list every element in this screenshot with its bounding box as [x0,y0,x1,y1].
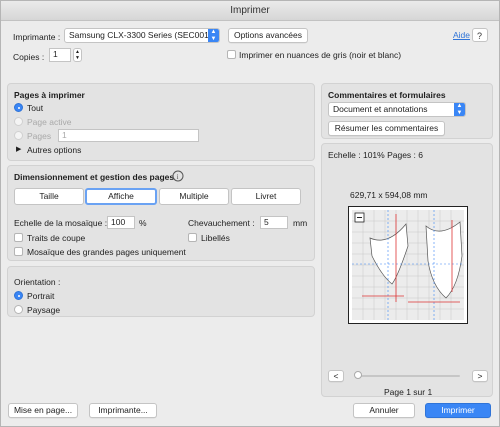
copies-input[interactable]: 1 [49,48,71,62]
overlap-input[interactable]: 5 [260,216,288,229]
preview-page-indicator: Page 1 sur 1 [384,387,433,397]
sizing-panel: Dimensionnement et gestion des pages i T… [7,165,315,261]
svg-text:?: ? [477,31,482,41]
segment-size[interactable]: Taille [14,188,84,205]
grayscale-checkbox[interactable] [227,50,236,59]
radio-current-page[interactable] [14,117,23,126]
printer-label: Imprimante : [13,32,61,42]
copies-label: Copies : [13,52,45,62]
print-dialog: Imprimer Imprimante : Samsung CLX-3300 S… [0,0,500,427]
cut-marks-label: Traits de coupe [27,233,86,243]
svg-text:i: i [177,173,179,181]
comments-heading: Commentaires et formulaires [328,90,446,100]
page-setup-button[interactable]: Mise en page... [8,403,78,418]
labels-label: Libellés [201,233,230,243]
help-icon: ? [477,31,482,41]
segment-poster[interactable]: Affiche [85,188,157,205]
copies-stepper[interactable]: ▲ ▼ [73,48,82,62]
grayscale-label: Imprimer en nuances de gris (noir et bla… [239,50,402,60]
printer-select-value: Samsung CLX-3300 Series (SEC001... [69,30,216,40]
tile-scale-unit: % [139,218,147,228]
preview-panel: Echelle : 101% Pages : 6 629,71 x 594,08… [321,143,493,397]
printer-button[interactable]: Imprimante... [89,403,157,418]
pages-panel: Pages à imprimer Tout Page active Pages … [7,83,315,161]
window-title: Imprimer [1,1,499,21]
radio-portrait[interactable] [14,291,23,300]
large-pages-checkbox[interactable] [14,247,23,256]
radio-portrait-label: Portrait [27,291,55,301]
segment-booklet[interactable]: Livret [231,188,301,205]
radio-all[interactable] [14,103,23,112]
preview-scale-text: Echelle : 101% Pages : 6 [328,150,423,160]
radio-current-page-label: Page active [27,117,72,127]
updown-chevron-icon: ▲ ▼ [208,29,219,42]
comments-select-value: Document et annotations [333,104,428,114]
preview-dimensions: 629,71 x 594,08 mm [350,190,428,200]
disclosure-triangle-icon[interactable]: ▶ [16,145,21,153]
comments-panel: Commentaires et formulaires Document et … [321,83,493,139]
sizing-heading: Dimensionnement et gestion des pages [14,172,175,182]
help-link[interactable]: Aide [453,30,470,40]
preview-next-button[interactable]: > [472,370,488,382]
page-preview [348,206,468,324]
summarize-comments-button[interactable]: Résumer les commentaires [328,121,445,136]
radio-pages-range[interactable] [14,131,23,140]
advanced-options-button[interactable]: Options avancées [228,28,308,43]
radio-landscape-label: Paysage [27,305,61,315]
segment-multiple[interactable]: Multiple [159,188,229,205]
radio-landscape[interactable] [14,305,23,314]
help-button[interactable]: ? [472,28,488,42]
orientation-heading: Orientation : [14,277,61,287]
radio-pages-range-label: Pages [27,131,52,141]
pages-range-input[interactable]: 1 [58,129,199,142]
comments-select[interactable]: Document et annotations ▲ ▼ [328,102,466,117]
preview-slider-knob[interactable] [354,371,362,379]
preview-prev-button[interactable]: < [328,370,344,382]
overlap-unit: mm [293,218,308,228]
pages-heading: Pages à imprimer [14,90,85,100]
cut-marks-checkbox[interactable] [14,233,23,242]
more-options-label[interactable]: Autres options [27,145,81,155]
radio-all-label: Tout [27,103,44,113]
labels-checkbox[interactable] [188,233,197,242]
orientation-panel: Orientation : Portrait Paysage [7,266,315,317]
updown-chevron-icon: ▲ ▼ [454,103,465,116]
stepper-icon: ▲ ▼ [75,49,80,61]
info-icon[interactable]: i [172,170,184,182]
print-button[interactable]: Imprimer [425,403,491,418]
tile-scale-input[interactable]: 100 [107,216,135,229]
printer-select[interactable]: Samsung CLX-3300 Series (SEC001... ▲ ▼ [64,28,220,43]
large-pages-label: Mosaïque des grandes pages uniquement [27,247,186,257]
preview-slider-track[interactable] [356,375,460,377]
overlap-label: Chevauchement : [188,218,255,228]
tile-scale-label: Echelle de la mosaïque : [14,218,108,228]
cancel-button[interactable]: Annuler [353,403,415,418]
